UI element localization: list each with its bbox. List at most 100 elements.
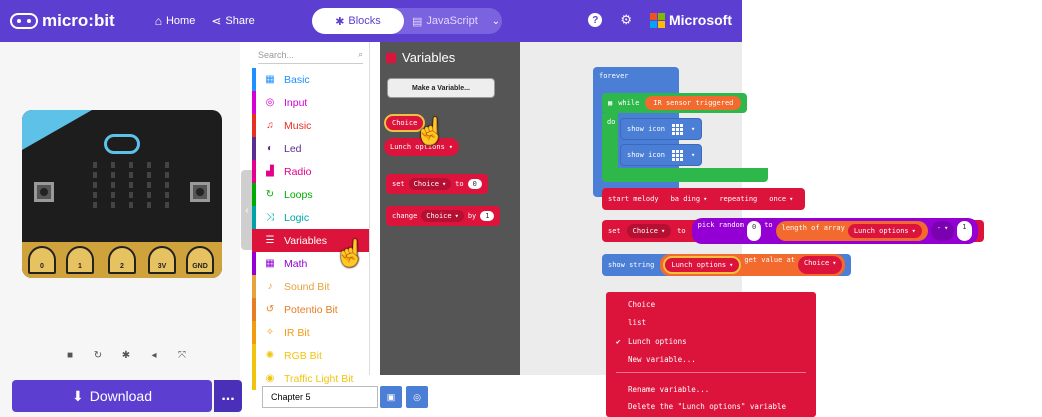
show-string-block[interactable]: show string Lunch options ▾ get value at …: [602, 254, 852, 276]
start-melody-label: start melody: [608, 195, 659, 203]
microsoft-logo[interactable]: Microsoft: [650, 12, 732, 28]
while-block[interactable]: ▦ while IR sensor triggered: [602, 93, 748, 113]
fullscreen-icon[interactable]: ⤧: [174, 348, 190, 362]
pin-1[interactable]: 1: [66, 246, 94, 274]
restart-icon[interactable]: ↻: [90, 348, 106, 362]
show-icon-block-2[interactable]: show icon ▾: [620, 144, 703, 166]
category-music[interactable]: ♫ Music: [252, 114, 369, 137]
pin-0[interactable]: 0: [28, 246, 56, 274]
download-button[interactable]: ⬇ Download: [12, 380, 212, 412]
lunch-options-dropdown[interactable]: Lunch options ▾: [663, 256, 742, 274]
github-button[interactable]: ◎: [406, 386, 428, 408]
menu-item-lunch-options[interactable]: Lunch options: [628, 337, 687, 346]
chevron-down-icon: ▾: [832, 259, 837, 267]
category-ir-bit[interactable]: ✧ IR Bit: [252, 321, 369, 344]
menu-item-new-variable[interactable]: New variable...: [628, 355, 696, 364]
by-label: by: [467, 212, 477, 220]
category-led[interactable]: ◐ Led: [252, 137, 369, 160]
minus-operator-dropdown[interactable]: - ▾: [930, 221, 955, 241]
length-of-array-block[interactable]: length of array Lunch options ▾: [775, 221, 928, 241]
set-variable-dropdown[interactable]: Choice ▾: [408, 178, 452, 190]
lunch-options-value: Lunch options: [671, 261, 727, 269]
set-choice-value: Choice: [632, 227, 658, 235]
chevron-down-icon: ▾: [454, 212, 459, 220]
category-label: IR Bit: [284, 326, 310, 339]
array-variable-dropdown[interactable]: Lunch options ▾: [847, 224, 922, 238]
category-rgb-bit[interactable]: ✺ RGB Bit: [252, 344, 369, 367]
loop-icon: ↻: [265, 189, 275, 200]
random-from-input[interactable]: 0: [746, 221, 762, 241]
category-label: Music: [284, 119, 312, 132]
show-icon-label-2: show icon: [627, 151, 665, 159]
category-sound-bit[interactable]: ♪ Sound Bit: [252, 275, 369, 298]
editor-toggle: ✱ Blocks ▤ JavaScript ⌄: [312, 8, 502, 34]
slowmo-icon[interactable]: ✱: [118, 348, 134, 362]
headphones-icon: ♫: [266, 120, 274, 131]
category-label: Potentio Bit: [284, 303, 338, 316]
change-variable-block[interactable]: change Choice ▾ by 1: [386, 206, 501, 226]
menu-item-delete-variable[interactable]: Delete the "Lunch options" variable: [628, 402, 786, 411]
pin-gnd[interactable]: GND: [186, 246, 214, 274]
category-label: RGB Bit: [284, 349, 322, 362]
change-variable-dropdown[interactable]: Choice ▾: [421, 210, 464, 222]
show-icon-block[interactable]: show icon ▾: [620, 118, 703, 140]
project-name-input[interactable]: Chapter 5: [262, 386, 378, 408]
category-input[interactable]: ◎ Input: [252, 91, 369, 114]
minus-operand-input[interactable]: 1: [957, 221, 972, 241]
microbit-logo[interactable]: micro:bit: [10, 11, 115, 31]
category-label: Loops: [284, 188, 313, 201]
search-input[interactable]: Search... ⌕: [258, 46, 363, 64]
category-logic[interactable]: ⤨ Logic: [252, 206, 369, 229]
make-variable-button[interactable]: Make a Variable...: [387, 78, 495, 98]
mute-icon[interactable]: ◂: [146, 348, 162, 362]
home-button[interactable]: ⌂ Home: [155, 14, 196, 28]
pin-2[interactable]: 2: [108, 246, 136, 274]
change-value-input[interactable]: 1: [480, 211, 495, 221]
more-options-button[interactable]: ...: [214, 380, 242, 412]
save-button[interactable]: ▣: [380, 386, 402, 408]
topbar-right: ? ⚙ Microsoft: [588, 12, 732, 28]
category-loops[interactable]: ↻ Loops: [252, 183, 369, 206]
icon-picker-2[interactable]: [671, 148, 685, 162]
to-label-ws: to: [677, 227, 686, 235]
rgb-icon: ✺: [265, 350, 275, 361]
pick-random-block[interactable]: pick random 0 to length of array Lunch o…: [691, 218, 978, 244]
blocks-tab[interactable]: ✱ Blocks: [312, 8, 404, 34]
set-choice-dropdown[interactable]: Choice ▾: [626, 224, 672, 238]
list-icon: ☰: [265, 235, 275, 246]
board-corner-decoration: [22, 110, 92, 150]
get-value-block[interactable]: Lunch options ▾ get value at Choice ▾: [660, 254, 846, 276]
pin-3v[interactable]: 3V: [148, 246, 176, 274]
gear-icon[interactable]: ⚙: [620, 12, 632, 28]
do-label: do: [607, 118, 616, 126]
ir-icon: ✧: [265, 327, 275, 338]
category-potentio-bit[interactable]: ↺ Potentio Bit: [252, 298, 369, 321]
chevron-down-icon: ▾: [703, 195, 708, 203]
set-choice-block[interactable]: set Choice ▾ to pick random 0 to length o…: [602, 218, 984, 244]
button-a[interactable]: [34, 182, 54, 202]
menu-item-rename-variable[interactable]: Rename variable...: [628, 385, 709, 394]
category-basic[interactable]: ▦ Basic: [252, 68, 369, 91]
index-variable-dropdown[interactable]: Choice ▾: [797, 256, 843, 274]
icon-picker[interactable]: [671, 122, 685, 136]
menu-item-choice[interactable]: Choice: [628, 300, 655, 309]
set-variable-block[interactable]: set Choice ▾ to 0: [386, 174, 488, 194]
stop-icon[interactable]: ■: [62, 348, 78, 362]
category-radio[interactable]: ▟ Radio: [252, 160, 369, 183]
chevron-down-icon: ▾: [944, 224, 949, 232]
toggle-icon: ◐: [266, 143, 274, 154]
help-icon[interactable]: ?: [588, 13, 603, 27]
category-label: Radio: [284, 165, 312, 178]
set-value-input[interactable]: 0: [467, 179, 482, 189]
ir-sensor-condition[interactable]: IR sensor triggered: [645, 96, 742, 110]
button-b[interactable]: [190, 182, 210, 202]
melody-dropdown[interactable]: ba ding ▾: [664, 192, 714, 206]
repeat-dropdown[interactable]: once ▾: [763, 192, 800, 206]
chevron-down-icon[interactable]: ⌄: [492, 16, 500, 27]
menu-item-list[interactable]: list: [628, 318, 646, 327]
javascript-tab[interactable]: ▤ JavaScript: [412, 15, 478, 28]
microbit-board[interactable]: 0 1 2 3V GND: [22, 110, 222, 278]
share-button[interactable]: ⋖ Share: [211, 14, 254, 28]
start-melody-block[interactable]: start melody ba ding ▾ repeating once ▾: [602, 188, 806, 210]
flyout-title: Variables: [402, 50, 456, 65]
